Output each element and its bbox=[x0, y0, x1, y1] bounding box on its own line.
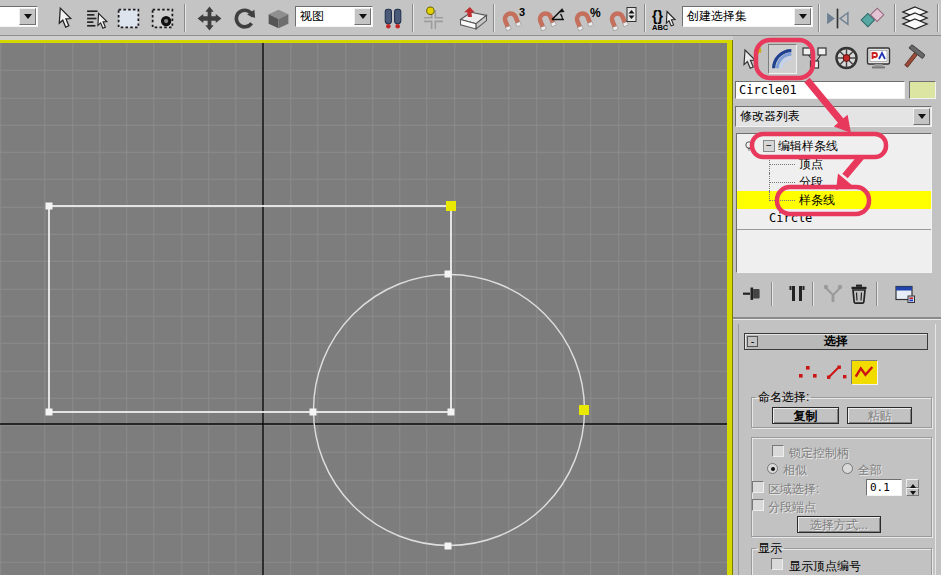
select-and-move-icon[interactable] bbox=[196, 5, 223, 32]
area-selection-label: 区域选择: bbox=[768, 481, 819, 498]
spline-vertices[interactable] bbox=[46, 203, 455, 550]
stack-row-spline[interactable]: 样条线 bbox=[737, 191, 931, 209]
edit-named-selection-sets-icon[interactable]: {}ABC bbox=[650, 5, 680, 32]
display-group-label: 显示 bbox=[756, 540, 784, 557]
viewport-canvas[interactable] bbox=[0, 43, 727, 575]
panel-divider bbox=[733, 317, 941, 320]
lock-handles-checkbox[interactable] bbox=[772, 445, 784, 457]
toolbar-separator bbox=[812, 282, 814, 306]
toolbar-separator bbox=[412, 4, 414, 32]
modifier-list-dropdown[interactable]: 修改器列表 bbox=[735, 106, 932, 127]
configure-modifier-sets-icon[interactable] bbox=[893, 282, 917, 306]
spline-first-vertices[interactable] bbox=[446, 201, 589, 415]
selection-filter-dropdown[interactable] bbox=[0, 6, 38, 27]
remove-modifier-icon[interactable] bbox=[847, 282, 871, 306]
window-crossing-toggle-icon[interactable] bbox=[149, 5, 176, 32]
percent-snap-toggle-icon[interactable]: % bbox=[572, 5, 604, 32]
modifier-enabled-bulb-icon[interactable] bbox=[743, 140, 755, 152]
rectangular-selection-region-icon[interactable] bbox=[115, 5, 142, 32]
spinner-snap-toggle-icon[interactable] bbox=[607, 5, 639, 32]
selection-rollout-header[interactable]: - 选择 bbox=[744, 333, 928, 350]
modifier-stack: − 编辑样条线 顶点 分段 样条线 Circle bbox=[736, 133, 932, 273]
dropdown-arrow-icon[interactable] bbox=[913, 108, 930, 125]
reference-coordinate-system-dropdown[interactable]: 视图 bbox=[295, 6, 373, 27]
stack-row-circle[interactable]: Circle bbox=[737, 209, 931, 227]
layer-manager-icon[interactable] bbox=[899, 5, 931, 32]
object-name-field[interactable]: Circle01 bbox=[735, 81, 905, 99]
select-and-rotate-icon[interactable] bbox=[231, 5, 258, 32]
rollout-collapse-button[interactable]: - bbox=[747, 336, 758, 347]
segment-end-checkbox[interactable] bbox=[752, 499, 764, 511]
all-label: 全部 bbox=[858, 462, 882, 479]
select-and-uniform-scale-icon[interactable] bbox=[265, 5, 292, 32]
alike-radio[interactable] bbox=[767, 463, 778, 474]
stack-row-segment[interactable]: 分段 bbox=[737, 173, 931, 191]
select-object-icon[interactable] bbox=[52, 5, 79, 32]
selection-rollout-title: 选择 bbox=[824, 334, 848, 348]
command-panel: Circle01 修改器列表 − 编辑样条线 顶点 分段 样条线 Circle bbox=[733, 36, 941, 575]
named-selections-label: 命名选择: bbox=[756, 389, 811, 406]
toolbar-separator bbox=[493, 4, 495, 32]
dropdown-arrow-icon[interactable] bbox=[794, 8, 811, 25]
area-selection-checkbox[interactable] bbox=[752, 481, 764, 493]
main-toolbar: 视图 3 % {}ABC 创建选择集 bbox=[0, 0, 941, 36]
segment-end-label: 分段端点 bbox=[768, 499, 816, 516]
align-icon[interactable] bbox=[859, 5, 886, 32]
spinner-down-icon[interactable] bbox=[906, 488, 919, 497]
toolbar-separator bbox=[771, 282, 773, 306]
use-pivot-point-center-icon[interactable] bbox=[379, 5, 406, 32]
mirror-icon[interactable] bbox=[824, 5, 851, 32]
stack-toolbar bbox=[733, 280, 941, 310]
vertex-subobject-icon[interactable] bbox=[794, 360, 821, 385]
tab-utilities[interactable] bbox=[898, 44, 927, 74]
svg-text:3: 3 bbox=[519, 6, 525, 18]
show-vertex-numbers-label: 显示顶点编号 bbox=[789, 558, 861, 575]
dropdown-arrow-icon[interactable] bbox=[354, 8, 371, 25]
spinner-up-icon[interactable] bbox=[906, 479, 919, 488]
svg-text:{}: {} bbox=[652, 8, 663, 24]
select-by-name-icon[interactable] bbox=[84, 5, 111, 32]
rollout-container: - 选择 命名选择: 复制 粘贴 锁定控制柄 相似 全部 区域选择: 0.1 分… bbox=[738, 324, 936, 575]
rectangle-spline[interactable] bbox=[49, 206, 451, 412]
show-end-result-icon[interactable] bbox=[785, 282, 809, 306]
tab-modify[interactable] bbox=[768, 44, 797, 74]
toolbar-separator bbox=[184, 4, 186, 32]
copy-named-selection-button[interactable]: 复制 bbox=[772, 407, 839, 424]
area-threshold-field[interactable]: 0.1 bbox=[866, 479, 902, 496]
select-by-button[interactable]: 选择方式... bbox=[797, 516, 881, 533]
area-threshold-spinner[interactable] bbox=[906, 479, 919, 496]
alike-label: 相似 bbox=[783, 462, 807, 479]
make-unique-icon[interactable] bbox=[821, 282, 845, 306]
lock-handles-label: 锁定控制柄 bbox=[789, 445, 849, 462]
dropdown-arrow-icon[interactable] bbox=[19, 8, 36, 25]
toolbar-separator bbox=[937, 4, 939, 32]
segment-subobject-icon[interactable] bbox=[823, 360, 850, 385]
tab-motion[interactable] bbox=[832, 44, 861, 74]
tab-display[interactable] bbox=[864, 44, 893, 74]
angle-snap-toggle-icon[interactable] bbox=[535, 5, 567, 32]
toolbar-separator bbox=[818, 4, 820, 32]
stack-row-vertex[interactable]: 顶点 bbox=[737, 155, 931, 173]
pin-stack-icon[interactable] bbox=[741, 282, 765, 306]
toolbar-separator bbox=[644, 4, 646, 32]
select-and-manipulate-icon[interactable] bbox=[420, 5, 447, 32]
object-color-swatch[interactable] bbox=[909, 81, 936, 99]
named-selection-set-dropdown[interactable]: 创建选择集 bbox=[682, 6, 813, 27]
show-vertex-numbers-checkbox[interactable] bbox=[771, 558, 783, 570]
viewport-top bbox=[0, 36, 733, 575]
spline-subobject-icon[interactable] bbox=[851, 360, 878, 385]
svg-text:%: % bbox=[590, 6, 601, 20]
tab-create[interactable] bbox=[737, 44, 766, 74]
tab-hierarchy[interactable] bbox=[800, 44, 829, 74]
keyboard-shortcut-override-icon[interactable] bbox=[456, 5, 490, 32]
toolbar-separator bbox=[876, 282, 878, 306]
paste-named-selection-button[interactable]: 粘贴 bbox=[847, 407, 912, 424]
snap-toggle-3d-icon[interactable]: 3 bbox=[499, 5, 529, 32]
stack-row-edit-spline[interactable]: − 编辑样条线 bbox=[737, 137, 931, 155]
stack-base-divider bbox=[737, 229, 931, 230]
all-radio[interactable] bbox=[842, 463, 853, 474]
toolbar-separator bbox=[894, 4, 896, 32]
collapse-box-icon[interactable]: − bbox=[763, 140, 775, 152]
